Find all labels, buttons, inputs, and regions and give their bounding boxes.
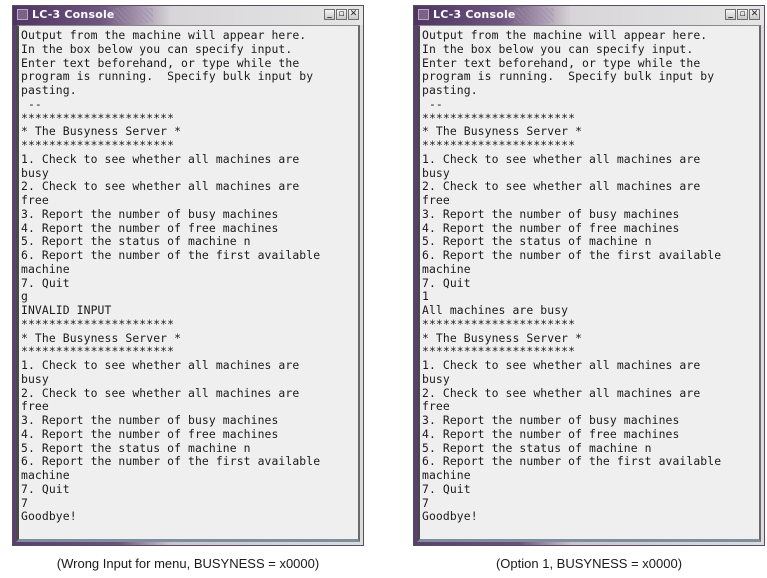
minimize-button[interactable]: _ [324, 9, 335, 20]
console-line: 2. Check to see whether all machines are [21, 385, 300, 400]
console-line: 6. Report the number of the first availa… [422, 454, 722, 469]
console-line: 2. Check to see whether all machines are [422, 179, 701, 194]
console-line: 7 [21, 495, 28, 510]
close-button[interactable]: ✕ [348, 9, 359, 20]
console-line: 7. Quit [422, 481, 471, 496]
titlebar-decoration [113, 8, 153, 23]
console-line: 2. Check to see whether all machines are [21, 179, 300, 194]
lc3-console-window: LC-3 Console _ ▫ ✕ Output from the machi… [12, 5, 364, 546]
console-line: 5. Report the status of machine n [422, 440, 652, 455]
lc3-console-window: LC-3 Console _ ▫ ✕ Output from the machi… [413, 5, 765, 546]
console-line: 6. Report the number of the first availa… [21, 248, 321, 262]
console-line: pasting. [422, 83, 478, 97]
maximize-button[interactable]: ▫ [336, 9, 347, 20]
console-line: 3. Report the number of busy machines [21, 413, 279, 427]
console-line: 7. Quit [21, 481, 70, 496]
window-title: LC-3 Console [433, 8, 516, 21]
console-line: * The Busyness Server * [21, 330, 182, 345]
console-line: 4. Report the number of free machines [21, 220, 279, 235]
console-line: 5. Report the status of machine n [21, 234, 251, 249]
console-line: ********************** [21, 344, 175, 359]
console-line: 3. Report the number of busy machines [21, 206, 279, 221]
console-line: INVALID INPUT [21, 303, 112, 317]
console-line: 4. Report the number of free machines [422, 220, 680, 235]
console-line: 4. Report the number of free machines [21, 426, 279, 441]
title-bar[interactable]: LC-3 Console _ ▫ ✕ [13, 6, 363, 25]
console-line: ********************** [21, 110, 175, 125]
console-line: -- [21, 96, 42, 111]
console-line: Output from the machine will appear here… [21, 28, 307, 42]
titlebar-decoration [514, 8, 554, 23]
console-line: busy [21, 165, 49, 180]
console-line: 5. Report the status of machine n [422, 234, 652, 249]
console-line: ********************** [422, 110, 576, 125]
console-line: machine [422, 261, 471, 276]
minimize-button[interactable]: _ [725, 9, 736, 20]
window-menu-icon[interactable] [418, 9, 429, 20]
console-line: Enter text beforehand, or type while the [21, 55, 300, 70]
console-line: * The Busyness Server * [422, 124, 583, 139]
console-line: 1. Check to see whether all machines are [422, 358, 701, 372]
title-bar[interactable]: LC-3 Console _ ▫ ✕ [414, 6, 764, 25]
console-line: -- [422, 96, 443, 111]
console-output[interactable]: Output from the machine will appear here… [417, 25, 761, 542]
window-title: LC-3 Console [32, 8, 115, 21]
console-line: ********************** [422, 344, 576, 359]
console-line: busy [21, 371, 49, 386]
console-line: Goodbye! [21, 509, 77, 524]
close-button[interactable]: ✕ [749, 9, 760, 20]
console-line: In the box below you can specify input. [422, 41, 694, 56]
console-line: machine [21, 261, 70, 276]
caption-option-1: (Option 1, BUSYNESS = x0000) [495, 556, 683, 571]
console-line: Goodbye! [422, 509, 478, 524]
console-line: * The Busyness Server * [422, 330, 583, 345]
console-line: 6. Report the number of the first availa… [422, 248, 722, 262]
console-line: 6. Report the number of the first availa… [21, 454, 321, 469]
console-line: busy [422, 165, 450, 180]
console-line: machine [21, 468, 70, 482]
console-line: * The Busyness Server * [21, 124, 182, 139]
console-line: 2. Check to see whether all machines are [422, 385, 701, 400]
console-line: All machines are busy [422, 303, 569, 317]
console-line: 1 [422, 289, 429, 304]
console-line: program is running. Specify bulk input b… [422, 69, 715, 84]
console-line: 1. Check to see whether all machines are [422, 151, 701, 166]
console-line: 3. Report the number of busy machines [422, 413, 680, 427]
console-line: Enter text beforehand, or type while the [422, 55, 701, 70]
window-menu-icon[interactable] [17, 9, 28, 20]
console-line: busy [422, 371, 450, 386]
console-line: ********************** [422, 138, 576, 152]
console-line: free [21, 399, 49, 414]
console-line: 1. Check to see whether all machines are [21, 358, 300, 372]
console-line: In the box below you can specify input. [21, 41, 293, 56]
console-line: machine [422, 468, 471, 482]
console-output[interactable]: Output from the machine will appear here… [16, 25, 360, 542]
console-line: 5. Report the status of machine n [21, 440, 251, 455]
console-line: free [21, 193, 49, 207]
console-panel-wrong-input: LC-3 Console _ ▫ ✕ Output from the machi… [12, 5, 364, 546]
console-line: Output from the machine will appear here… [422, 28, 708, 42]
maximize-button[interactable]: ▫ [737, 9, 748, 20]
console-line: pasting. [21, 83, 77, 97]
console-line: ********************** [21, 138, 175, 152]
console-line: 7. Quit [422, 275, 471, 290]
caption-wrong-input: (Wrong Input for menu, BUSYNESS = x0000) [56, 556, 320, 571]
console-panel-option-1: LC-3 Console _ ▫ ✕ Output from the machi… [413, 5, 765, 546]
console-line: 3. Report the number of busy machines [422, 206, 680, 221]
console-line: 7 [422, 495, 429, 510]
console-line: ********************** [21, 316, 175, 331]
console-line: ********************** [422, 316, 576, 331]
console-line: 4. Report the number of free machines [422, 426, 680, 441]
console-line: free [422, 399, 450, 414]
console-line: 7. Quit [21, 275, 70, 290]
console-line: free [422, 193, 450, 207]
console-line: 1. Check to see whether all machines are [21, 151, 300, 166]
console-line: g [21, 289, 28, 304]
console-line: program is running. Specify bulk input b… [21, 69, 314, 84]
